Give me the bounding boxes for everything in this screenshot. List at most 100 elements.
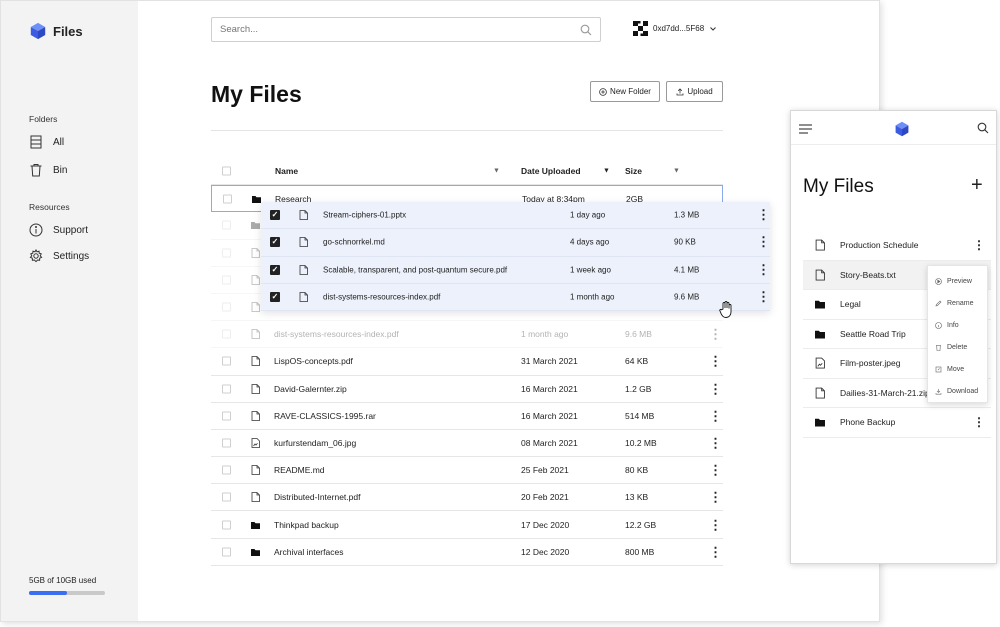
account-menu[interactable]: 0xd7dd...5F68 bbox=[633, 21, 717, 36]
file-name: Film-poster.jpeg bbox=[840, 358, 901, 369]
sort-caret-icon[interactable]: ▼ bbox=[673, 168, 680, 175]
folder-icon bbox=[251, 547, 260, 557]
more-options-icon[interactable]: ⋮ bbox=[757, 289, 770, 305]
menu-icon[interactable] bbox=[799, 124, 812, 134]
table-row[interactable]: David-Galernter.zip 16 March 2021 1.2 GB ⋮ bbox=[211, 376, 723, 403]
context-menu-label: Delete bbox=[947, 343, 968, 351]
more-options-icon[interactable]: ⋮ bbox=[709, 355, 722, 368]
more-options-icon[interactable]: ⋮ bbox=[757, 207, 770, 223]
context-menu-item-rename[interactable]: Rename bbox=[928, 292, 987, 314]
checked-checkbox[interactable]: ✓ bbox=[270, 291, 280, 302]
sidebar-item-settings[interactable]: Settings bbox=[29, 249, 89, 263]
search-bar[interactable] bbox=[211, 17, 601, 42]
row-checkbox[interactable] bbox=[222, 384, 231, 394]
file-name: LispOS-concepts.pdf bbox=[274, 356, 353, 367]
add-button[interactable]: + bbox=[971, 174, 983, 197]
row-checkbox[interactable] bbox=[223, 194, 232, 204]
column-date-header[interactable]: Date Uploaded bbox=[521, 166, 581, 176]
checked-checkbox[interactable]: ✓ bbox=[270, 264, 280, 275]
more-options-icon[interactable]: ⋮ bbox=[709, 436, 722, 449]
file-size: 1.2 GB bbox=[625, 383, 652, 394]
new-folder-button[interactable]: New Folder bbox=[590, 81, 660, 102]
file-size: 9.6 MB bbox=[625, 329, 652, 340]
context-menu-item-info[interactable]: Info bbox=[928, 314, 987, 336]
table-row[interactable]: Thinkpad backup 17 Dec 2020 12.2 GB ⋮ bbox=[211, 511, 723, 539]
file-size: 64 KB bbox=[625, 356, 649, 367]
checked-checkbox[interactable]: ✓ bbox=[270, 237, 280, 248]
file-size: 4.1 MB bbox=[674, 265, 700, 275]
storage-usage-text: 5GB of 10GB used bbox=[29, 576, 97, 585]
folder-icon bbox=[251, 220, 260, 230]
more-options-icon[interactable]: ⋮ bbox=[709, 518, 722, 531]
column-name-header[interactable]: Name bbox=[275, 166, 298, 176]
sort-caret-icon[interactable]: ▼ bbox=[603, 168, 610, 175]
dragged-row[interactable]: ✓ dist-systems-resources-index.pdf 1 month… bbox=[261, 284, 770, 311]
table-row[interactable]: LispOS-concepts.pdf 31 March 2021 64 KB ⋮ bbox=[211, 348, 723, 376]
upload-button[interactable]: Upload bbox=[666, 81, 723, 102]
context-menu-item-download[interactable]: Download bbox=[928, 380, 987, 402]
select-all-checkbox[interactable] bbox=[222, 166, 231, 176]
row-checkbox[interactable] bbox=[222, 248, 231, 258]
table-row[interactable]: dist-systems-resources-index.pdf 1 month … bbox=[211, 321, 723, 349]
mobile-list-item[interactable]: Production Schedule ⋮ bbox=[803, 231, 991, 261]
row-checkbox[interactable] bbox=[222, 302, 231, 312]
app-logo[interactable]: Files bbox=[29, 22, 83, 40]
row-checkbox[interactable] bbox=[222, 275, 231, 285]
file-icon bbox=[251, 329, 260, 340]
more-options-icon[interactable]: ⋮ bbox=[757, 234, 770, 250]
file-date: 16 March 2021 bbox=[521, 383, 578, 394]
row-checkbox[interactable] bbox=[222, 547, 231, 557]
sort-caret-icon[interactable]: ▼ bbox=[493, 168, 500, 175]
row-checkbox[interactable] bbox=[222, 356, 231, 366]
file-name: kurfurstendam_06.jpg bbox=[274, 437, 357, 448]
sidebar-item-bin[interactable]: Bin bbox=[29, 163, 67, 177]
row-checkbox[interactable] bbox=[222, 492, 231, 502]
more-options-icon[interactable]: ⋮ bbox=[757, 262, 770, 278]
context-menu-label: Rename bbox=[947, 299, 974, 307]
context-menu-item-move[interactable]: Move bbox=[928, 358, 987, 380]
dragged-row[interactable]: ✓ go-schnorrkel.md 4 days ago 90 KB ⋮ bbox=[261, 229, 770, 257]
more-options-icon[interactable]: ⋮ bbox=[973, 415, 985, 429]
cube-logo-icon[interactable] bbox=[894, 121, 910, 137]
more-options-icon[interactable]: ⋮ bbox=[709, 545, 722, 558]
table-row[interactable]: kurfurstendam_06.jpg 08 March 2021 10.2 MB… bbox=[211, 430, 723, 458]
context-menu-item-delete[interactable]: Delete bbox=[928, 336, 987, 358]
table-header: Name ▼ Date Uploaded ▼ Size ▼ bbox=[211, 158, 723, 186]
sidebar-item-all[interactable]: All bbox=[29, 135, 64, 149]
row-checkbox[interactable] bbox=[222, 220, 231, 230]
row-checkbox[interactable] bbox=[222, 520, 231, 530]
more-options-icon[interactable]: ⋮ bbox=[709, 409, 722, 422]
info-icon bbox=[935, 321, 942, 329]
search-input[interactable] bbox=[220, 24, 580, 35]
file-date: 20 Feb 2021 bbox=[521, 492, 569, 503]
file-name: Thinkpad backup bbox=[274, 519, 339, 530]
table-row[interactable]: RAVE-CLASSICS-1995.rar 16 March 2021 514 M… bbox=[211, 403, 723, 430]
play-icon bbox=[935, 277, 942, 285]
more-options-icon[interactable]: ⋮ bbox=[709, 491, 722, 504]
dragging-selection[interactable]: ✓ Stream-ciphers-01.pptx 1 day ago 1.3 MB ⋮ ✓… bbox=[261, 202, 770, 311]
search-icon[interactable] bbox=[580, 24, 592, 36]
row-checkbox[interactable] bbox=[222, 465, 231, 475]
search-icon[interactable] bbox=[977, 122, 989, 134]
table-row[interactable]: README.md 25 Feb 2021 80 KB ⋮ bbox=[211, 457, 723, 485]
dragged-row[interactable]: ✓ Stream-ciphers-01.pptx 1 day ago 1.3 MB ⋮ bbox=[261, 202, 770, 230]
more-options-icon[interactable]: ⋮ bbox=[709, 464, 722, 477]
row-checkbox[interactable] bbox=[222, 329, 231, 339]
row-checkbox[interactable] bbox=[222, 411, 231, 421]
context-menu-item-preview[interactable]: Preview bbox=[928, 270, 987, 292]
table-row[interactable]: Distributed-Internet.pdf 20 Feb 2021 13 KB… bbox=[211, 484, 723, 512]
more-options-icon[interactable]: ⋮ bbox=[709, 382, 722, 395]
folder-icon bbox=[252, 194, 261, 204]
sidebar-item-support[interactable]: Support bbox=[29, 223, 88, 237]
checked-checkbox[interactable]: ✓ bbox=[270, 210, 280, 221]
file-icon bbox=[299, 210, 308, 221]
more-options-icon[interactable]: ⋮ bbox=[973, 238, 985, 252]
table-row[interactable]: Archival interfaces 12 Dec 2020 800 MB ⋮ bbox=[211, 539, 723, 566]
dragged-row[interactable]: ✓ Scalable, transparent, and post-quantum… bbox=[261, 257, 770, 284]
mobile-list-item[interactable]: Phone Backup ⋮ bbox=[803, 408, 991, 438]
more-options-icon[interactable]: ⋮ bbox=[709, 328, 722, 341]
folder-icon bbox=[815, 328, 825, 339]
column-size-header[interactable]: Size bbox=[625, 166, 642, 176]
row-checkbox[interactable] bbox=[222, 438, 231, 448]
file-name: go-schnorrkel.md bbox=[323, 237, 385, 247]
